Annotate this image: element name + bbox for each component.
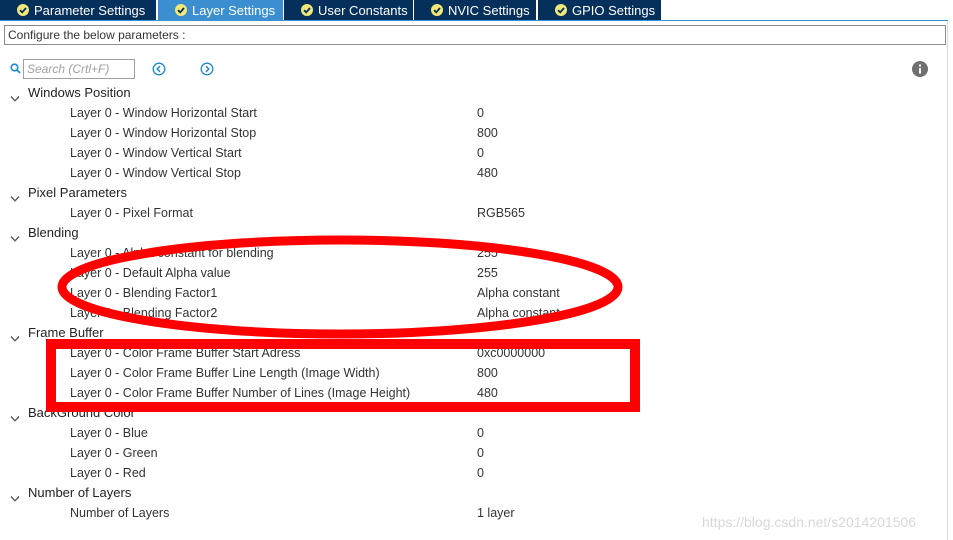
tab-user-constants[interactable]: User Constants (284, 0, 413, 20)
group-title: Pixel Parameters (28, 185, 127, 200)
configure-header: Configure the below parameters : (4, 25, 946, 45)
parameter-value[interactable]: 480 (477, 383, 498, 403)
parameter-name: Layer 0 - Blue (70, 426, 148, 440)
group-row[interactable]: Windows Position (0, 83, 953, 103)
parameter-name: Layer 0 - Window Horizontal Stop (70, 126, 257, 140)
arrow-left-circle-icon[interactable] (152, 62, 166, 76)
group-row[interactable]: BackGround Color (0, 403, 953, 423)
parameter-value[interactable]: 0 (477, 463, 484, 483)
tab-underline (0, 20, 948, 21)
group-row[interactable]: Number of Layers (0, 483, 953, 503)
parameter-name: Layer 0 - Green (70, 446, 158, 460)
tab-parameter-settings[interactable]: Parameter Settings (0, 0, 156, 20)
parameter-name: Layer 0 - Red (70, 466, 146, 480)
parameter-value[interactable]: 0 (477, 443, 484, 463)
group-title: Windows Position (28, 85, 131, 100)
check-circle-icon (301, 4, 313, 16)
check-circle-icon (17, 4, 29, 16)
parameter-row[interactable]: Layer 0 - Green 0 (0, 443, 953, 463)
parameter-row[interactable]: Layer 0 - Red 0 (0, 463, 953, 483)
parameter-value[interactable]: 0 (477, 423, 484, 443)
parameter-value[interactable]: 0 (477, 103, 484, 123)
parameter-row[interactable]: Layer 0 - Color Frame Buffer Line Length… (0, 363, 953, 383)
parameter-name: Layer 0 - Window Vertical Stop (70, 166, 241, 180)
parameter-row[interactable]: Layer 0 - Color Frame Buffer Number of L… (0, 383, 953, 403)
watermark: https://blog.csdn.net/s2014201506 (702, 514, 917, 530)
group-title: Frame Buffer (28, 325, 104, 340)
parameter-name: Layer 0 - Blending Factor1 (70, 286, 218, 300)
group-row[interactable]: Pixel Parameters (0, 183, 953, 203)
parameter-row[interactable]: Layer 0 - Blending Factor2 Alpha constant (0, 303, 953, 323)
parameter-value[interactable]: 0xc0000000 (477, 343, 545, 363)
parameter-value[interactable]: 800 (477, 363, 498, 383)
parameter-name: Layer 0 - Color Frame Buffer Number of L… (70, 386, 411, 400)
parameter-name: Layer 0 - Default Alpha value (70, 266, 231, 280)
parameter-value[interactable]: 1 layer (477, 503, 515, 523)
parameter-name: Layer 0 - Pixel Format (70, 206, 193, 220)
check-circle-icon (175, 4, 187, 16)
parameter-value[interactable]: 480 (477, 163, 498, 183)
search-icon (10, 63, 21, 74)
tab-nvic-settings[interactable]: NVIC Settings (414, 0, 536, 20)
group-title: Number of Layers (28, 485, 132, 500)
check-circle-icon (555, 4, 567, 16)
parameter-row[interactable]: Layer 0 - Color Frame Buffer Start Adres… (0, 343, 953, 363)
parameter-name: Layer 0 - Color Frame Buffer Start Adres… (70, 346, 301, 360)
parameter-value[interactable]: 255 (477, 243, 498, 263)
parameter-row[interactable]: Layer 0 - Pixel Format RGB565 (0, 203, 953, 223)
parameter-row[interactable]: Layer 0 - Blue 0 (0, 423, 953, 443)
group-row[interactable]: Frame Buffer (0, 323, 953, 343)
parameter-value[interactable]: 0 (477, 143, 484, 163)
tab-label: GPIO Settings (572, 3, 656, 18)
parameter-row[interactable]: Layer 0 - Window Horizontal Start 0 (0, 103, 953, 123)
arrow-right-circle-icon[interactable] (200, 62, 214, 76)
parameter-value[interactable]: 255 (477, 263, 498, 283)
parameter-name: Layer 0 - Blending Factor2 (70, 306, 218, 320)
group-row[interactable]: Blending (0, 223, 953, 243)
tab-label: NVIC Settings (448, 3, 530, 18)
parameter-row[interactable]: Layer 0 - Window Vertical Start 0 (0, 143, 953, 163)
parameter-tree: Windows Position Layer 0 - Window Horizon… (0, 83, 953, 523)
group-title: BackGround Color (28, 405, 135, 420)
parameter-name: Layer 0 - Alpha constant for blending (70, 246, 274, 260)
check-circle-icon (431, 4, 443, 16)
parameter-row[interactable]: Layer 0 - Default Alpha value 255 (0, 263, 953, 283)
parameter-value[interactable]: Alpha constant (477, 283, 560, 303)
parameter-value[interactable]: 800 (477, 123, 498, 143)
parameter-name: Number of Layers (70, 506, 170, 520)
parameter-name: Layer 0 - Window Vertical Start (70, 146, 242, 160)
parameter-row[interactable]: Layer 0 - Window Horizontal Stop 800 (0, 123, 953, 143)
parameter-row[interactable]: Layer 0 - Blending Factor1 Alpha constant (0, 283, 953, 303)
tab-label: Parameter Settings (34, 3, 146, 18)
parameter-row[interactable]: Layer 0 - Alpha constant for blending 255 (0, 243, 953, 263)
tab-bar: Parameter Settings Layer Settings User C… (0, 0, 953, 21)
tab-label: User Constants (318, 3, 408, 18)
parameter-value[interactable]: RGB565 (477, 203, 525, 223)
parameter-row[interactable]: Layer 0 - Window Vertical Stop 480 (0, 163, 953, 183)
parameter-name: Layer 0 - Color Frame Buffer Line Length… (70, 366, 380, 380)
tab-layer-settings[interactable]: Layer Settings (158, 0, 283, 20)
parameter-name: Layer 0 - Window Horizontal Start (70, 106, 257, 120)
tab-gpio-settings[interactable]: GPIO Settings (538, 0, 661, 20)
tab-label: Layer Settings (192, 3, 276, 18)
group-title: Blending (28, 225, 79, 240)
info-icon[interactable] (912, 61, 928, 77)
parameter-value[interactable]: Alpha constant (477, 303, 560, 323)
search-input[interactable] (23, 59, 135, 79)
